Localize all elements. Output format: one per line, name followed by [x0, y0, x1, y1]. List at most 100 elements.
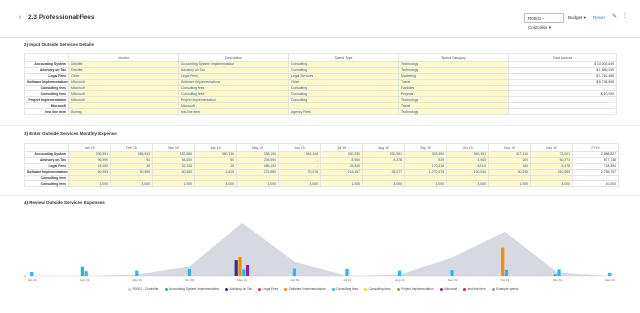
- legend-label: Accounting System Implementation: [169, 287, 220, 291]
- editable-cell[interactable]: 1,000: [530, 180, 573, 188]
- bar[interactable]: [345, 268, 349, 276]
- section-divider: [0, 125, 640, 126]
- bar[interactable]: [242, 269, 246, 276]
- legend-label: Advisory on Tax: [229, 287, 252, 291]
- section-title-details: 2) Input Outside Services Details: [24, 42, 95, 47]
- legend-item[interactable]: Advisory on Tax: [225, 286, 252, 292]
- bar[interactable]: [501, 247, 505, 276]
- column-header: Oct 19: [446, 143, 489, 152]
- editable-cell[interactable]: 1,000: [446, 180, 489, 188]
- controller-filter-select[interactable]: R0001 - Controller ▾: [524, 13, 564, 30]
- pencil-icon[interactable]: ✎: [612, 13, 617, 20]
- legend-label: Example spend: [496, 287, 519, 291]
- editable-cell[interactable]: 1,000: [320, 180, 363, 188]
- editable-cell[interactable]: test line item: [178, 108, 289, 116]
- x-tick-label: Dec 19: [605, 278, 615, 282]
- editable-cell[interactable]: 1,000: [110, 180, 153, 188]
- legend-label: Microsoft: [444, 287, 458, 291]
- legend-item[interactable]: Software Implementations: [284, 286, 326, 292]
- settings-icon[interactable]: ⚙: [75, 14, 80, 21]
- column-header: Total Amount: [508, 53, 617, 62]
- legend-swatch: [463, 287, 467, 291]
- bar[interactable]: [135, 270, 139, 276]
- bar[interactable]: [84, 271, 88, 276]
- editable-cell[interactable]: 1,000: [278, 180, 321, 188]
- column-header: [24, 53, 69, 62]
- editable-cell[interactable]: 1,000: [404, 180, 447, 188]
- legend-label: Software Implementations: [288, 287, 326, 291]
- column-header: Sep 19: [404, 143, 447, 152]
- legend-swatch: [491, 287, 495, 291]
- bar[interactable]: [292, 268, 297, 276]
- bar[interactable]: [187, 268, 191, 276]
- legend-label: test line item: [467, 287, 486, 291]
- editable-cell[interactable]: 1,000: [362, 180, 405, 188]
- legend-item[interactable]: Microsoft: [439, 286, 458, 292]
- legend-item[interactable]: R0001 - Controller: [128, 286, 159, 292]
- bar[interactable]: [245, 264, 250, 276]
- column-header: Feb 19: [110, 143, 153, 152]
- legend-label: Consulting fees: [368, 287, 391, 291]
- legend-label: Consulting fees: [336, 287, 359, 291]
- editable-cell[interactable]: 1,000: [236, 180, 279, 188]
- table-row: test line item Boeing test line item Agency…: [24, 108, 617, 116]
- x-tick-label: Jun 19: [290, 278, 299, 282]
- x-tick-label: Sep 19: [448, 278, 458, 282]
- bar[interactable]: [504, 269, 509, 276]
- column-header: Apr 19: [194, 143, 237, 152]
- back-chevron-icon[interactable]: ‹: [19, 14, 21, 21]
- bar[interactable]: [553, 274, 557, 276]
- x-tick-label: May 19: [237, 278, 247, 282]
- legend-item[interactable]: Example spend: [491, 286, 519, 292]
- editable-cell[interactable]: 1,000: [194, 180, 237, 188]
- outside-services-details-table: Vendor Description Spend Type Spend Categor…: [24, 53, 617, 116]
- editable-cell[interactable]: 1,000: [152, 180, 195, 188]
- legend-item[interactable]: test line item: [463, 286, 486, 292]
- editable-cell[interactable]: 1,000: [68, 180, 111, 188]
- editable-cell[interactable]: Boeing: [68, 108, 179, 116]
- page-header: ‹ 2.3 Professional Fees ⚙ ➤ R0001 - Cont…: [0, 0, 640, 38]
- legend-item[interactable]: Consulting fees: [364, 286, 391, 292]
- section-title-monthly: 3) Enter Outside Services Monthly Expens…: [24, 131, 117, 136]
- section-title-review: 4) Review Outside Services Expenses: [24, 200, 105, 205]
- column-header: Jul 19: [320, 143, 363, 152]
- budget-select-value: Budget: [568, 15, 583, 20]
- budget-select[interactable]: Budget ▾: [568, 13, 586, 23]
- column-header: May 19: [236, 143, 279, 152]
- share-icon[interactable]: ➤: [82, 14, 87, 21]
- legend-swatch: [225, 287, 229, 291]
- editable-cell[interactable]: Technology: [398, 108, 509, 116]
- legend-swatch: [396, 287, 400, 291]
- bar[interactable]: [30, 272, 34, 276]
- section-divider: [0, 195, 640, 196]
- table-row: Consulting fees 1,000 1,000 1,000 1,000 1,000…: [24, 180, 619, 188]
- x-tick-label: Apr 19: [185, 278, 194, 282]
- row-label: test line item: [24, 108, 69, 116]
- monthly-expense-table: Jan 19 Feb 19 Mar 19 Apr 19 May 19 Jun 19 Jul …: [24, 143, 619, 188]
- legend-item[interactable]: Accounting System Implementation: [164, 286, 220, 292]
- legend-item[interactable]: Legal Fees: [257, 286, 279, 292]
- legend-item[interactable]: Consulting fees: [331, 286, 359, 292]
- row-label: Consulting fees: [24, 180, 69, 188]
- bar[interactable]: [238, 256, 242, 276]
- column-header: Spend Category: [398, 53, 509, 62]
- editable-cell[interactable]: Agency Fees: [288, 108, 399, 116]
- bar[interactable]: [450, 270, 454, 276]
- bar[interactable]: [608, 272, 612, 276]
- editable-cell[interactable]: 1,000: [488, 180, 531, 188]
- bar[interactable]: [234, 260, 238, 276]
- legend-label: Project Implementation: [401, 287, 434, 291]
- column-header: Jun 19: [278, 143, 321, 152]
- reset-button[interactable]: Reset: [593, 13, 605, 23]
- bar[interactable]: [557, 269, 561, 276]
- legend-label: Legal Fees: [262, 287, 279, 291]
- legend-item[interactable]: Project Implementation: [396, 286, 434, 292]
- column-header: Spend Type: [288, 53, 399, 62]
- bar[interactable]: [80, 266, 84, 276]
- total-cell: -: [508, 108, 617, 116]
- chart-legend: R0001 - Controller Accounting System Impl…: [128, 286, 528, 292]
- series-area: [32, 222, 610, 276]
- x-tick-label: Feb 19: [80, 278, 90, 282]
- more-vertical-icon[interactable]: ⋮: [622, 12, 628, 19]
- bar[interactable]: [397, 270, 402, 276]
